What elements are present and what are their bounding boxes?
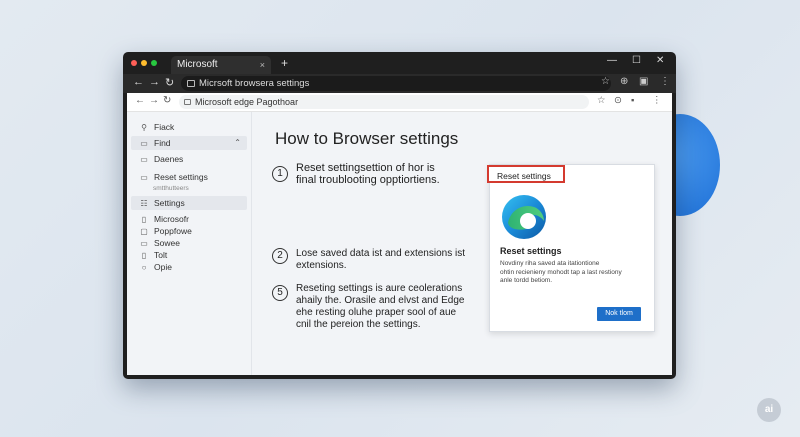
star-icon[interactable]: ☆: [597, 95, 606, 106]
step-3-number: 5: [272, 285, 288, 301]
minimize-dot-icon[interactable]: [141, 60, 147, 66]
outer-url-field[interactable]: Micrsoft browsera settings: [181, 76, 611, 91]
monitor-icon: ▭: [140, 173, 148, 182]
card-desc-line: ohtin recienieny mohodt tap a last resti…: [500, 268, 622, 276]
close-icon[interactable]: ✕: [656, 55, 664, 66]
step-3-line: ehe resting oluhe praper sool of aue: [296, 307, 457, 318]
sidebar-item-label: Microsofr: [154, 214, 189, 224]
extension-icon[interactable]: ⊕: [620, 76, 628, 87]
lock-icon: [184, 99, 191, 105]
step-2-line: extensions.: [296, 260, 347, 271]
reload-icon[interactable]: ↻: [165, 76, 174, 89]
tab-microsoft[interactable]: Microsoft ×: [171, 56, 271, 74]
sidebar-item-label: Poppfowe: [154, 226, 192, 236]
menu-icon[interactable]: ⋮: [660, 76, 670, 87]
sidebar: ⚲ Fiack ▭ Find ⌃ ▭ Daenes ▭ Reset settings s…: [127, 112, 252, 375]
sidebar-item-label: Tolt: [154, 250, 168, 260]
card-description: Novdiny riha saved ata itationtione ohti…: [500, 260, 646, 286]
step-1-text: Reset settingsettion of hor is final tro…: [296, 162, 440, 186]
card-desc-line: Novdiny riha saved ata itationtione: [500, 260, 600, 267]
sidebar-item-reset-settings[interactable]: ▭ Reset settings: [131, 170, 247, 184]
sidebar-item-label: Sowee: [154, 238, 180, 248]
star-icon[interactable]: ☆: [601, 76, 610, 87]
sidebar-item-label: Daenes: [154, 154, 184, 164]
step-2-text: Lose saved data ist and extensions ist e…: [296, 248, 465, 272]
extension-icon[interactable]: ▪: [631, 95, 634, 106]
page-title: How to Browser settings: [275, 129, 459, 148]
circle-icon: ○: [141, 263, 147, 272]
zoom-dot-icon[interactable]: [151, 60, 157, 66]
ai-watermark: ai: [757, 398, 781, 422]
profile-icon[interactable]: ⊙: [614, 95, 622, 106]
back-icon[interactable]: ←: [133, 76, 144, 88]
page-content: ⚲ Fiack ▭ Find ⌃ ▭ Daenes ▭ Reset settings s…: [127, 112, 672, 375]
sidebar-item-label: Fiack: [154, 122, 175, 132]
menu-icon[interactable]: ⋮: [652, 95, 662, 106]
step-1-line: final troublooting opptiortiens.: [296, 174, 440, 186]
outer-url-text: Micrsoft browsera settings: [199, 78, 310, 89]
forward-icon[interactable]: →: [149, 76, 160, 88]
step-3-text: Reseting settings is aure ceolerations a…: [296, 283, 464, 331]
chevron-up-icon[interactable]: ⌃: [234, 136, 241, 150]
card-heading: Reset settings: [500, 246, 562, 256]
reset-settings-card: Reset settings Reset settings Novdiny ri…: [487, 164, 655, 332]
sidebar-item-find[interactable]: ▭ Find ⌃: [131, 136, 247, 150]
sidebar-item-label: Opie: [154, 262, 172, 272]
browser-window: Microsoft × + — ☐ ✕ ← → ↻ Micrsoft brows…: [123, 52, 676, 379]
sidebar-item-label: Find: [154, 138, 171, 148]
forward-icon[interactable]: →: [149, 95, 159, 106]
settings-icon: ☷: [140, 199, 148, 208]
step-3-line: ahaily the. Orasile and elvst and Edge: [296, 295, 465, 306]
step-3-line: cnil the pereion the settings.: [296, 319, 421, 330]
step-2-line: Lose saved data ist and extensions ist: [296, 248, 465, 259]
inner-url-field[interactable]: Microsoft edge Pagothoar: [179, 95, 589, 109]
profile-icon[interactable]: ▣: [639, 76, 648, 87]
inner-browser: ← → ↻ Microsoft edge Pagothoar ☆ ⊙ ▪ ⋮ ⚲…: [127, 93, 672, 375]
lock-icon: [187, 80, 195, 87]
tab-close-icon[interactable]: ×: [260, 56, 265, 74]
sidebar-item-label: Reset settings: [154, 172, 208, 182]
sidebar-item-opie[interactable]: ○ Opie: [131, 260, 247, 274]
edge-logo-icon: [502, 195, 546, 239]
minimize-icon[interactable]: —: [607, 55, 617, 66]
outer-address-bar: ← → ↻ Micrsoft browsera settings ☆ ⊕ ▣ ⋮: [123, 74, 676, 93]
new-tab-icon[interactable]: +: [281, 56, 288, 70]
inner-address-bar: ← → ↻ Microsoft edge Pagothoar ☆ ⊙ ▪ ⋮: [127, 93, 672, 112]
sidebar-item-fiack[interactable]: ⚲ Fiack: [131, 120, 247, 134]
reset-button[interactable]: Nok tlom: [597, 307, 641, 321]
sidebar-item-subtext: smtthutteers: [153, 185, 189, 192]
share-icon: ⚲: [141, 123, 147, 132]
window-icon: ▭: [140, 155, 148, 164]
sidebar-item-settings[interactable]: ☷ Settings: [131, 196, 247, 210]
close-dot-icon[interactable]: [131, 60, 137, 66]
tab-bar: Microsoft × + — ☐ ✕: [123, 52, 676, 74]
back-icon[interactable]: ←: [135, 95, 145, 106]
inner-url-text: Microsoft edge Pagothoar: [195, 97, 299, 107]
reset-settings-highlight[interactable]: Reset settings: [487, 165, 565, 183]
sidebar-item-daenes[interactable]: ▭ Daenes: [131, 152, 247, 166]
maximize-icon[interactable]: ☐: [632, 55, 641, 66]
find-icon: ▭: [140, 139, 148, 148]
step-1-line: Reset settingsettion of hor is: [296, 162, 435, 174]
step-3-line: Reseting settings is aure ceolerations: [296, 283, 463, 294]
step-2-number: 2: [272, 248, 288, 264]
tab-title: Microsoft: [177, 59, 218, 70]
card-desc-line: anle tordd betiom.: [500, 277, 553, 284]
reload-icon[interactable]: ↻: [163, 95, 171, 106]
sidebar-item-label: Settings: [154, 198, 185, 208]
step-1-number: 1: [272, 166, 288, 182]
